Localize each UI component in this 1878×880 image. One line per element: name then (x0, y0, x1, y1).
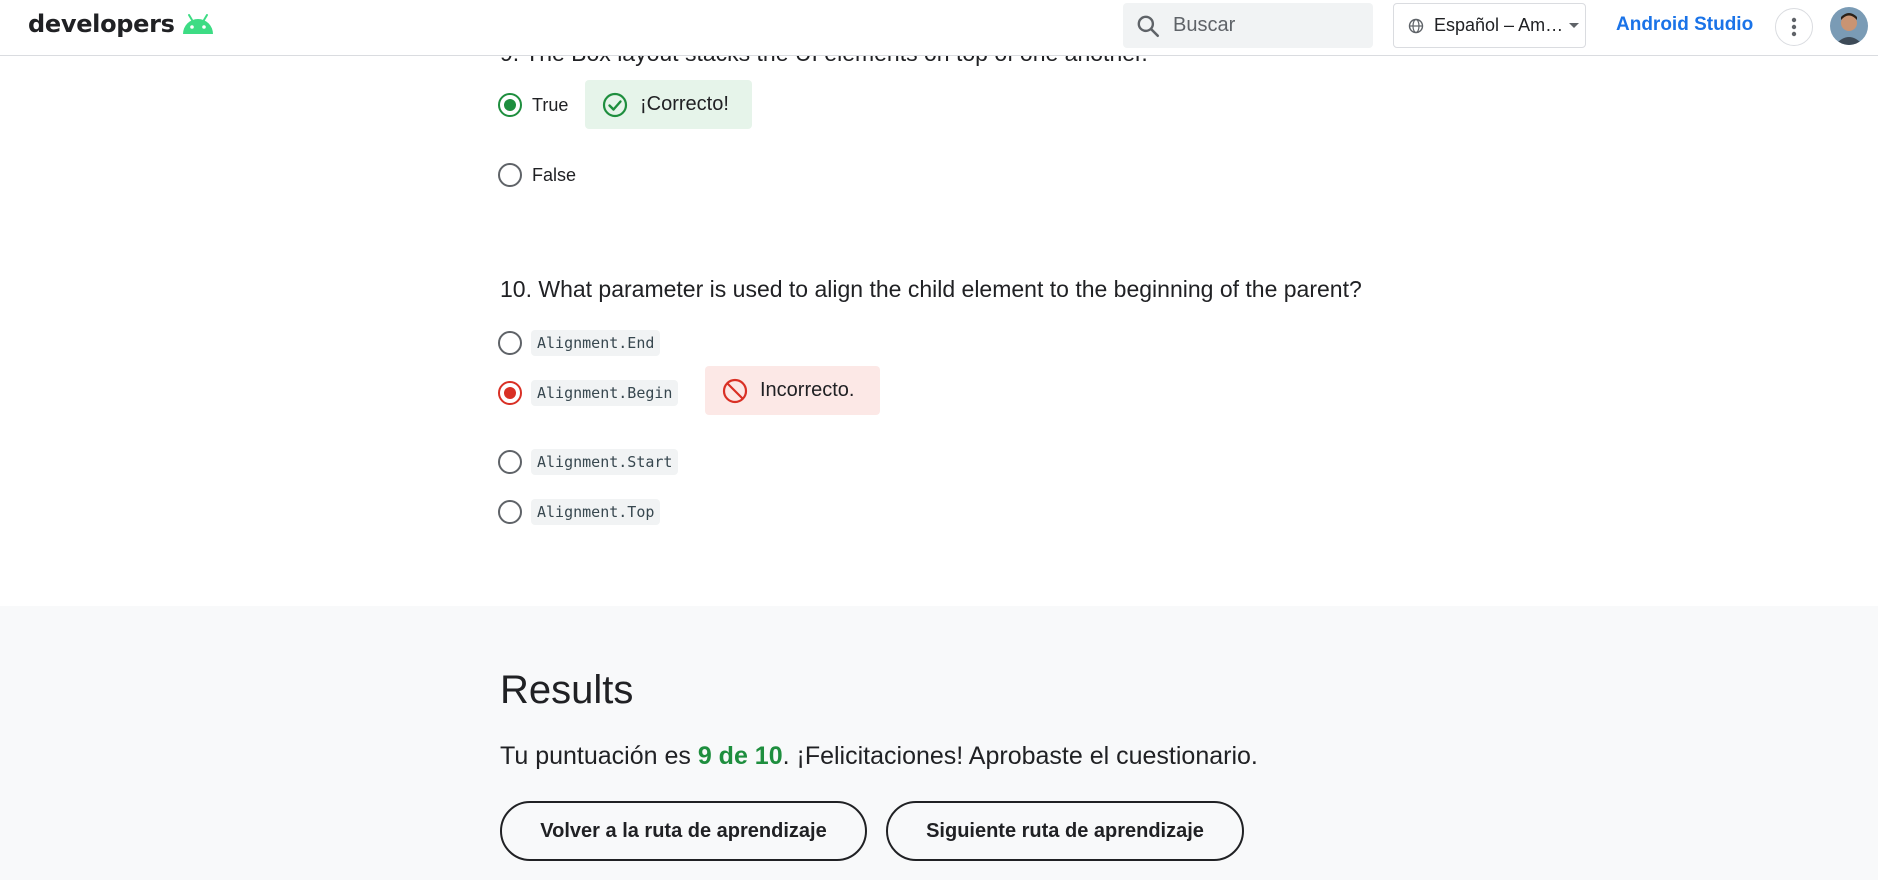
score-suffix: . ¡Felicitaciones! Aprobaste el cuestion… (782, 742, 1258, 770)
q10-option-top[interactable]: Alignment.Top (498, 499, 661, 525)
q10-option-end[interactable]: Alignment.End (498, 330, 661, 356)
user-avatar[interactable] (1830, 7, 1868, 45)
radio-button[interactable] (498, 500, 522, 524)
q9-option-true[interactable]: True (498, 93, 568, 117)
more-options-button[interactable] (1775, 8, 1813, 46)
option-code-label: Alignment.Start (531, 449, 679, 475)
brand-text: developers (28, 10, 175, 38)
q9-option-false[interactable]: False (498, 163, 576, 187)
back-to-pathway-button[interactable]: Volver a la ruta de aprendizaje (500, 801, 867, 861)
search-input[interactable] (1173, 14, 1353, 37)
more-vert-icon (1791, 17, 1797, 37)
next-pathway-button[interactable]: Siguiente ruta de aprendizaje (886, 801, 1244, 861)
language-label: Español – Am… (1434, 15, 1564, 35)
chevron-down-icon (1569, 22, 1580, 28)
android-studio-link[interactable]: Android Studio (1616, 14, 1753, 36)
option-label: True (532, 94, 569, 115)
check-circle-icon (602, 92, 628, 117)
feedback-text: Incorrecto. (760, 379, 855, 401)
q10-option-begin[interactable]: Alignment.Begin (498, 380, 679, 406)
developers-logo[interactable]: developers (28, 10, 215, 38)
results-title: Results (500, 668, 634, 712)
radio-button[interactable] (498, 93, 522, 117)
radio-button[interactable] (498, 331, 522, 355)
avatar-icon (1830, 7, 1868, 45)
block-icon (722, 378, 748, 403)
android-icon (182, 14, 213, 34)
radio-button[interactable] (498, 450, 522, 474)
feedback-correct: ¡Correcto! (585, 80, 752, 129)
option-code-label: Alignment.End (531, 330, 661, 356)
option-code-label: Alignment.Begin (531, 380, 679, 406)
feedback-incorrect: Incorrecto. (705, 366, 880, 415)
q10-option-start[interactable]: Alignment.Start (498, 449, 679, 475)
option-label: False (532, 164, 577, 185)
option-code-label: Alignment.Top (531, 499, 661, 525)
search-icon (1137, 15, 1160, 37)
globe-icon (1408, 18, 1424, 33)
question-10-title: 10. What parameter is used to align the … (500, 276, 1362, 302)
top-navigation-bar: developers Español – Am… Android Studio (0, 0, 1878, 56)
radio-button[interactable] (498, 381, 522, 405)
results-section: Results Tu puntuación es 9 de 10. ¡Felic… (0, 606, 1878, 880)
results-score-text: Tu puntuación es 9 de 10. ¡Felicitacione… (500, 742, 1258, 771)
score-value: 9 de 10 (697, 742, 783, 770)
feedback-text: ¡Correcto! (640, 93, 729, 115)
score-prefix: Tu puntuación es (500, 742, 698, 770)
search-box[interactable] (1123, 3, 1373, 48)
radio-button[interactable] (498, 163, 522, 187)
language-selector[interactable]: Español – Am… (1393, 3, 1586, 48)
